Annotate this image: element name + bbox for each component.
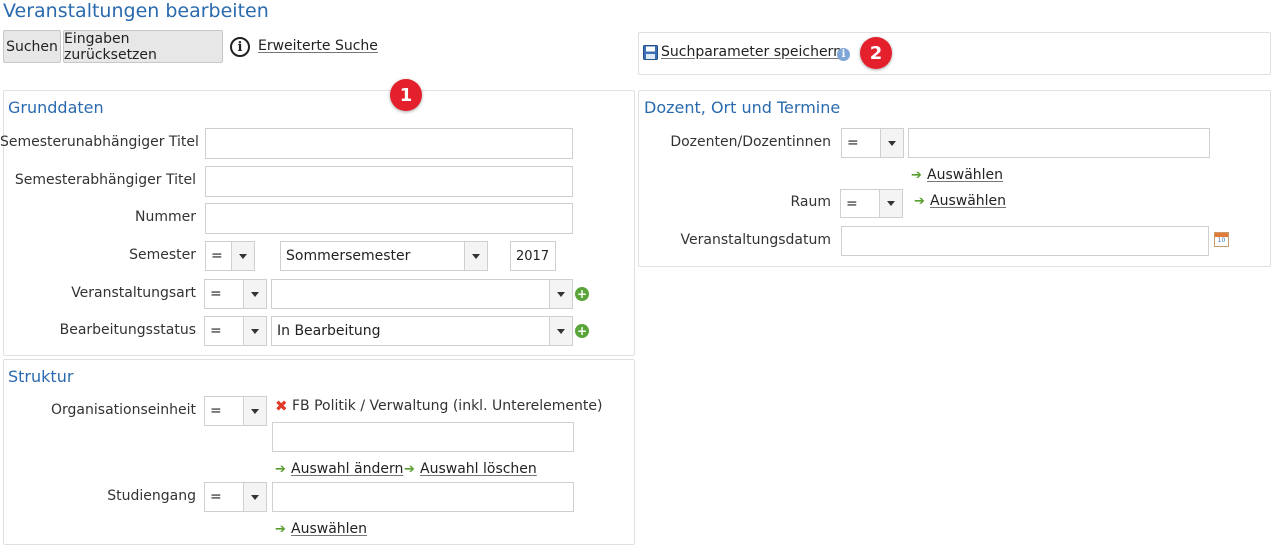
- struktur-title: Struktur: [8, 367, 74, 386]
- chevron-down-icon: [549, 317, 572, 345]
- study-program-input[interactable]: [272, 482, 574, 512]
- arrow-right-icon: ➔: [275, 462, 286, 477]
- status-select[interactable]: In Bearbeitung: [271, 316, 573, 346]
- study-program-select-link[interactable]: Auswählen: [291, 521, 367, 537]
- chevron-down-icon: [464, 242, 487, 270]
- grunddaten-title: Grunddaten: [8, 98, 104, 117]
- study-program-operator-value: =: [210, 489, 222, 505]
- semester-dependent-title-label: Semesterabhängiger Titel: [14, 172, 196, 188]
- chevron-down-icon: [243, 317, 266, 345]
- add-event-type-icon[interactable]: +: [575, 287, 589, 301]
- room-operator-value: =: [846, 195, 858, 212]
- arrow-right-icon: ➔: [914, 194, 925, 209]
- status-operator-value: =: [210, 323, 222, 339]
- lecturers-operator-select[interactable]: =: [841, 128, 904, 158]
- event-type-select[interactable]: [271, 279, 573, 309]
- number-label: Nummer: [135, 209, 196, 225]
- lecturers-select-link[interactable]: Auswählen: [927, 167, 1003, 183]
- advanced-search-link[interactable]: Erweiterte Suche: [258, 38, 378, 54]
- number-input[interactable]: [205, 203, 573, 234]
- chevron-down-icon: [879, 190, 902, 217]
- dozent-title: Dozent, Ort und Termine: [644, 98, 841, 117]
- event-type-label: Veranstaltungsart: [71, 285, 196, 301]
- lecturers-input[interactable]: [908, 128, 1210, 158]
- lecturers-operator-value: =: [847, 135, 859, 151]
- study-program-operator-select[interactable]: =: [204, 482, 267, 512]
- status-operator-select[interactable]: =: [204, 316, 267, 346]
- semester-dependent-title-input[interactable]: [205, 166, 573, 197]
- chevron-down-icon: [243, 280, 266, 308]
- calendar-day: 10: [1217, 237, 1226, 244]
- struktur-panel: [3, 359, 635, 545]
- study-program-label: Studiengang: [107, 488, 196, 504]
- semester-label: Semester: [129, 247, 196, 263]
- calendar-icon[interactable]: 10: [1214, 232, 1229, 247]
- semester-independent-title-input[interactable]: [205, 128, 573, 159]
- org-unit-selected-value: FB Politik / Verwaltung (inkl. Unterelem…: [292, 398, 603, 414]
- save-params-info-icon[interactable]: i: [837, 48, 850, 61]
- chevron-down-icon: [243, 397, 266, 425]
- org-unit-label: Organisationseinheit: [51, 402, 196, 418]
- event-type-operator-value: =: [210, 286, 222, 302]
- search-button[interactable]: Suchen: [3, 30, 61, 63]
- semester-term-select[interactable]: Sommersemester: [280, 241, 488, 271]
- remove-org-unit-icon[interactable]: ✖: [275, 397, 288, 415]
- chevron-down-icon: [549, 280, 572, 308]
- delete-selection-link[interactable]: Auswahl löschen: [420, 461, 537, 477]
- org-unit-operator-value: =: [210, 403, 222, 419]
- lecturers-label: Dozenten/Dozentinnen: [670, 134, 831, 150]
- org-unit-input[interactable]: [272, 422, 574, 452]
- save-search-params-link[interactable]: Suchparameter speichern: [661, 44, 842, 60]
- change-selection-link[interactable]: Auswahl ändern: [291, 461, 403, 477]
- add-status-icon[interactable]: +: [575, 324, 589, 338]
- event-type-operator-select[interactable]: =: [204, 279, 267, 309]
- info-icon[interactable]: i: [230, 37, 250, 57]
- chevron-down-icon: [243, 483, 266, 511]
- floppy-disk-icon[interactable]: [643, 45, 658, 60]
- page-title: Veranstaltungen bearbeiten: [3, 0, 269, 22]
- room-label: Raum: [790, 194, 831, 210]
- reset-button[interactable]: Eingaben zurücksetzen: [63, 30, 223, 63]
- semester-term-value: Sommersemester: [286, 248, 411, 264]
- semester-year-input[interactable]: 2017: [510, 241, 556, 271]
- event-date-label: Veranstaltungsdatum: [680, 232, 831, 248]
- arrow-right-icon: ➔: [275, 522, 286, 537]
- event-date-input[interactable]: [841, 226, 1209, 256]
- arrow-right-icon: ➔: [911, 168, 922, 183]
- semester-operator-select[interactable]: =: [205, 241, 255, 271]
- room-select-link[interactable]: Auswählen: [930, 193, 1006, 209]
- callout-badge-1: 1: [390, 79, 422, 111]
- status-value: In Bearbeitung: [277, 323, 381, 339]
- org-unit-operator-select[interactable]: =: [204, 396, 267, 426]
- semester-operator-value: =: [211, 248, 223, 264]
- status-label: Bearbeitungsstatus: [59, 322, 196, 338]
- callout-badge-2: 2: [860, 37, 892, 69]
- chevron-down-icon: [231, 242, 254, 270]
- chevron-down-icon: [880, 129, 903, 157]
- semester-independent-title-label: Semesterunabhängiger Titel: [0, 134, 199, 150]
- arrow-right-icon: ➔: [404, 462, 415, 477]
- room-operator-select[interactable]: =: [840, 189, 903, 218]
